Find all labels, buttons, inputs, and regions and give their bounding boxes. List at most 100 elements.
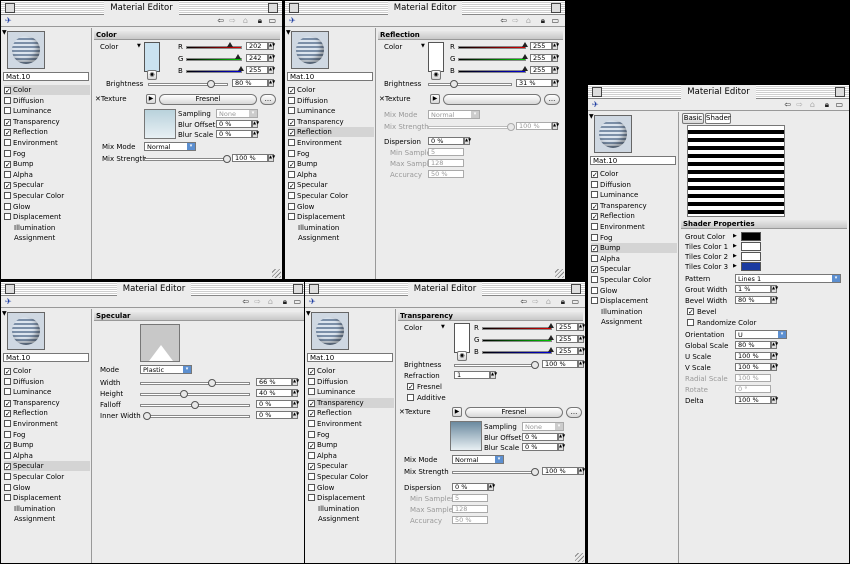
channel-environment[interactable]: Environment bbox=[4, 138, 90, 148]
window-icon[interactable]: ▭ bbox=[551, 15, 559, 27]
channel-checkbox[interactable] bbox=[308, 451, 315, 459]
channel-checkbox[interactable] bbox=[591, 180, 598, 188]
back-arrow-icon[interactable]: ⇦ bbox=[217, 15, 224, 27]
preview-menu-icon[interactable]: ▼ bbox=[2, 29, 7, 36]
channel-displacement[interactable]: Displacement bbox=[288, 212, 374, 222]
mix-strength-slider[interactable] bbox=[452, 468, 539, 476]
channel-reflection[interactable]: ✓ Reflection bbox=[4, 408, 90, 418]
inner-width-stepper[interactable]: ▲▼ bbox=[292, 411, 299, 419]
channel-luminance[interactable]: Luminance bbox=[308, 387, 394, 397]
close-box[interactable] bbox=[5, 284, 15, 294]
sampling-select[interactable]: None ▾ bbox=[216, 109, 258, 118]
material-name-field[interactable]: Mat.10 bbox=[3, 353, 89, 362]
pin-icon[interactable]: ✈ bbox=[309, 296, 316, 308]
title-bar[interactable]: Material Editor bbox=[305, 282, 585, 296]
channel-checkbox[interactable]: ✓ bbox=[4, 463, 11, 471]
channel-illumination[interactable]: Illumination bbox=[308, 504, 394, 514]
channel-glow[interactable]: Glow bbox=[4, 483, 90, 493]
zoom-box[interactable] bbox=[293, 284, 303, 294]
channel-luminance[interactable]: Luminance bbox=[591, 190, 677, 200]
inner-width-field[interactable]: 0 % bbox=[256, 411, 292, 419]
g-stepper[interactable]: ▲▼ bbox=[268, 54, 275, 62]
channel-luminance[interactable]: Luminance bbox=[288, 106, 374, 116]
tiles-color-2-swatch[interactable] bbox=[741, 252, 761, 261]
channel-checkbox[interactable]: ✓ bbox=[4, 129, 11, 137]
back-arrow-icon[interactable]: ⇦ bbox=[242, 296, 249, 308]
channel-checkbox[interactable] bbox=[591, 286, 598, 294]
mix-strength-stepper[interactable]: ▲▼ bbox=[578, 467, 585, 475]
channel-checkbox[interactable]: ✓ bbox=[591, 213, 598, 221]
channel-color[interactable]: ✓ Color bbox=[4, 366, 90, 376]
channel-checkbox[interactable] bbox=[591, 233, 598, 241]
channel-checkbox[interactable]: ✓ bbox=[288, 182, 295, 190]
brightness-stepper[interactable]: ▲▼ bbox=[552, 79, 559, 87]
mix-strength-slider[interactable] bbox=[428, 123, 515, 131]
brightness-slider[interactable] bbox=[148, 80, 228, 88]
channel-checkbox[interactable]: ✓ bbox=[288, 118, 295, 126]
r-field[interactable]: 255 bbox=[556, 323, 578, 331]
channel-glow[interactable]: Glow bbox=[288, 202, 374, 212]
falloff-stepper[interactable]: ▲▼ bbox=[292, 400, 299, 408]
channel-checkbox[interactable]: ✓ bbox=[591, 245, 598, 253]
grout-width-stepper[interactable]: ▲▼ bbox=[771, 285, 778, 293]
uscale-stepper[interactable]: ▲▼ bbox=[771, 352, 778, 360]
accuracy-field[interactable]: 50 % bbox=[452, 516, 488, 524]
r-field[interactable]: 255 bbox=[530, 42, 552, 50]
channel-checkbox[interactable] bbox=[4, 170, 11, 178]
channel-bump[interactable]: ✓ Bump bbox=[591, 243, 677, 254]
channel-checkbox[interactable] bbox=[288, 107, 295, 115]
channel-specular[interactable]: ✓ Specular bbox=[591, 264, 677, 274]
b-field[interactable]: 255 bbox=[530, 66, 552, 74]
channel-diffusion[interactable]: Diffusion bbox=[288, 96, 374, 106]
channel-illumination[interactable]: Illumination bbox=[288, 223, 374, 233]
channel-checkbox[interactable] bbox=[591, 276, 598, 283]
inner-width-slider[interactable] bbox=[143, 412, 250, 420]
channel-displacement[interactable]: Displacement bbox=[4, 212, 90, 222]
tiles-color-3-menu-icon[interactable]: ▶ bbox=[733, 263, 737, 269]
channel-displacement[interactable]: Displacement bbox=[308, 493, 394, 503]
grout-width-field[interactable]: 1 % bbox=[735, 285, 771, 293]
home-icon[interactable]: ⌂ bbox=[268, 296, 273, 308]
r-stepper[interactable]: ▲▼ bbox=[578, 323, 585, 331]
channel-fog[interactable]: Fog bbox=[4, 149, 90, 159]
blur-scale-field[interactable]: 0 % bbox=[216, 130, 252, 138]
mode-select[interactable]: Plastic ▾ bbox=[140, 365, 192, 374]
fresnel-checkbox[interactable]: ✓ bbox=[407, 383, 414, 391]
bevel-width-stepper[interactable]: ▲▼ bbox=[771, 296, 778, 304]
channel-checkbox[interactable] bbox=[4, 213, 11, 221]
channel-illumination[interactable]: Illumination bbox=[591, 307, 677, 317]
window-icon[interactable]: ▭ bbox=[293, 296, 301, 308]
channel-checkbox[interactable] bbox=[4, 96, 11, 104]
rotate-field[interactable]: 0 ° bbox=[735, 385, 771, 393]
b-field[interactable]: 255 bbox=[246, 66, 268, 74]
texture-browse-button[interactable]: ... bbox=[566, 407, 582, 418]
home-icon[interactable]: ⌂ bbox=[526, 15, 531, 27]
r-field[interactable]: 202 bbox=[246, 42, 268, 50]
g-field[interactable]: 242 bbox=[246, 54, 268, 62]
blur-scale-stepper[interactable]: ▲▼ bbox=[252, 130, 259, 138]
zoom-box[interactable] bbox=[835, 87, 845, 97]
texture-browse-button[interactable]: ... bbox=[544, 94, 560, 105]
texture-menu-button[interactable]: ▶ bbox=[430, 94, 440, 104]
mix-strength-field[interactable]: 100 % bbox=[516, 122, 552, 130]
channel-assignment[interactable]: Assignment bbox=[4, 233, 90, 243]
color-swatch[interactable] bbox=[454, 323, 470, 353]
channel-fog[interactable]: Fog bbox=[308, 430, 394, 440]
channel-specular-color[interactable]: Specular Color bbox=[4, 191, 90, 201]
dispersion-stepper[interactable]: ▲▼ bbox=[488, 483, 495, 491]
grout-color-menu-icon[interactable]: ▶ bbox=[733, 233, 737, 239]
channel-checkbox[interactable]: ✓ bbox=[288, 129, 295, 137]
channel-checkbox[interactable] bbox=[308, 420, 315, 427]
channel-checkbox[interactable] bbox=[4, 107, 11, 115]
forward-arrow-icon[interactable]: ⇨ bbox=[512, 15, 519, 27]
channel-checkbox[interactable] bbox=[288, 202, 295, 210]
channel-checkbox[interactable]: ✓ bbox=[4, 399, 11, 407]
channel-checkbox[interactable]: ✓ bbox=[4, 87, 11, 95]
forward-arrow-icon[interactable]: ⇨ bbox=[796, 99, 803, 111]
brightness-slider[interactable] bbox=[428, 80, 512, 88]
channel-checkbox[interactable] bbox=[4, 192, 11, 199]
channel-diffusion[interactable]: Diffusion bbox=[4, 96, 90, 106]
color-menu-icon[interactable]: ▼ bbox=[421, 43, 425, 49]
texture-browse-button[interactable]: ... bbox=[260, 94, 276, 105]
channel-checkbox[interactable]: ✓ bbox=[591, 202, 598, 210]
